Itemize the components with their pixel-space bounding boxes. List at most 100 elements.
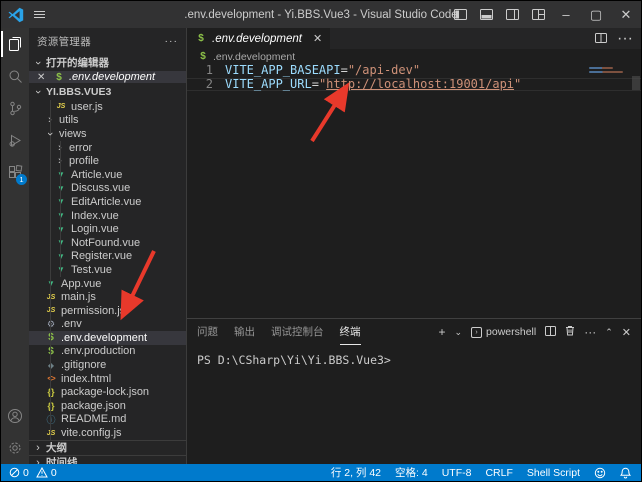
indentation-setting[interactable]: 空格: 4 — [395, 465, 428, 480]
open-editor-item[interactable]: ✕ $ .env.development — [29, 71, 186, 83]
close-window-button[interactable]: ✕ — [611, 1, 641, 28]
tab-output[interactable]: 输出 — [234, 319, 255, 345]
tree-item-.env.development[interactable]: $.env.development — [29, 331, 186, 345]
explorer-sidebar: 资源管理器 ··· › 打开的编辑器 ✕ $ .env.development … — [29, 28, 187, 464]
tree-item-user.js[interactable]: JSuser.js — [29, 100, 186, 114]
tree-item-label: error — [69, 142, 92, 154]
toggle-secondary-sidebar-icon[interactable] — [499, 1, 525, 28]
outline-section[interactable]: › 大纲 — [29, 440, 186, 455]
terminal-dropdown-icon[interactable]: ⌄ — [454, 327, 462, 338]
tab-terminal[interactable]: 终端 — [340, 319, 361, 345]
tab-debug-console[interactable]: 调试控制台 — [271, 319, 324, 345]
vue-file-icon: ▼ — [55, 170, 67, 179]
tree-item-label: main.js — [61, 291, 96, 303]
tree-item-Test.vue[interactable]: ▼Test.vue — [29, 263, 186, 277]
language-mode[interactable]: Shell Script — [527, 467, 580, 479]
encoding-setting[interactable]: UTF-8 — [442, 467, 472, 479]
split-terminal-icon[interactable] — [545, 325, 556, 339]
terminal-instance[interactable]: › powershell — [471, 326, 536, 338]
panel-more-actions-icon[interactable]: ··· — [584, 325, 596, 339]
cursor-position[interactable]: 行 2, 列 42 — [331, 465, 381, 480]
tree-item-profile[interactable]: ›profile — [29, 154, 186, 168]
tree-item-README.md[interactable]: ⓘREADME.md — [29, 413, 186, 427]
tree-item-App.vue[interactable]: ▼App.vue — [29, 277, 186, 291]
tree-item-.gitignore[interactable]: ◆.gitignore — [29, 358, 186, 372]
new-terminal-icon[interactable]: + — [438, 325, 445, 339]
bottom-panel: 问题 输出 调试控制台 终端 + ⌄ › powershell — [187, 318, 641, 464]
tree-item-label: profile — [69, 155, 99, 167]
tree-item-.env.production[interactable]: $.env.production — [29, 345, 186, 359]
notifications-bell-icon[interactable] — [620, 467, 631, 479]
tab-problems[interactable]: 问题 — [197, 319, 218, 345]
run-debug-icon[interactable] — [1, 124, 29, 156]
close-panel-icon[interactable]: ✕ — [622, 326, 631, 339]
explorer-icon[interactable] — [1, 28, 29, 60]
close-icon[interactable]: ✕ — [37, 72, 49, 83]
tab-env-development[interactable]: $ .env.development ✕ — [187, 28, 330, 49]
editor-scrollbar[interactable] — [632, 76, 640, 90]
toggle-sidebar-icon[interactable] — [447, 1, 473, 28]
split-editor-icon[interactable] — [595, 30, 607, 48]
tree-item-Discuss.vue[interactable]: ▼Discuss.vue — [29, 182, 186, 196]
tree-item-vite.config.js[interactable]: JSvite.config.js — [29, 426, 186, 440]
terminal-icon: › — [471, 327, 482, 338]
line-number: 1 — [187, 64, 213, 78]
code-line-1: 1 VITE_APP_BASEAPI="/api-dev" — [187, 64, 641, 78]
menu-hamburger-icon[interactable] — [30, 1, 54, 28]
tree-item-NotFound.vue[interactable]: ▼NotFound.vue — [29, 236, 186, 250]
open-editors-section[interactable]: › 打开的编辑器 — [29, 54, 186, 71]
js-file-icon: JS — [55, 103, 67, 110]
errors-warnings-indicator[interactable]: 0 0 — [9, 467, 57, 479]
editor-group: $ .env.development ✕ ··· $ .env.developm… — [187, 28, 641, 464]
project-section[interactable]: › YI.BBS.VUE3 — [29, 83, 186, 100]
tree-item-index.html[interactable]: <> index.html — [29, 372, 186, 386]
toggle-panel-icon[interactable] — [473, 1, 499, 28]
file-tree: JSuser.js›utils›views›error›profile ▼ Arti… — [29, 100, 186, 440]
js-file-icon: JS — [45, 294, 57, 301]
tree-item-utils[interactable]: ›utils — [29, 114, 186, 128]
tree-item-.env[interactable]: ⚙.env — [29, 318, 186, 332]
tree-item-label: Article.vue — [71, 169, 122, 181]
tree-item-label: Test.vue — [71, 264, 112, 276]
tree-item-package-lock.json[interactable]: {}package-lock.json — [29, 385, 186, 399]
tree-item-EditArticle.vue[interactable]: ▼ EditArticle.vue — [29, 195, 186, 209]
breadcrumb[interactable]: $ .env.development — [187, 49, 641, 64]
editor-more-actions-icon[interactable]: ··· — [617, 30, 633, 48]
tree-item-Login.vue[interactable]: ▼Login.vue — [29, 222, 186, 236]
shellscript-icon: $ — [53, 72, 65, 83]
activity-bar: 1 — [1, 28, 29, 464]
tree-item-Article.vue[interactable]: ▼ Article.vue — [29, 168, 186, 182]
source-control-icon[interactable] — [1, 92, 29, 124]
close-tab-icon[interactable]: ✕ — [313, 32, 322, 45]
maximize-button[interactable]: ▢ — [581, 1, 611, 28]
tree-item-error[interactable]: ›error — [29, 141, 186, 155]
git-file-icon: ◆ — [45, 361, 57, 370]
customize-layout-icon[interactable] — [525, 1, 551, 28]
feedback-smiley-icon[interactable] — [594, 467, 606, 479]
tree-item-permission.js[interactable]: JSpermission.js — [29, 304, 186, 318]
html-file-icon: <> — [45, 374, 57, 383]
tree-item-Index.vue[interactable]: ▼Index.vue — [29, 209, 186, 223]
tree-item-views[interactable]: ›views — [29, 127, 186, 141]
minimize-button[interactable]: – — [551, 1, 581, 28]
js-file-icon: JS — [45, 430, 57, 437]
explorer-more-actions-icon[interactable]: ··· — [165, 35, 179, 47]
url-link[interactable]: http://localhost:19001/api — [326, 77, 514, 91]
tree-item-Register.vue[interactable]: ▼Register.vue — [29, 250, 186, 264]
vue-file-icon: ▼ — [55, 197, 67, 206]
maximize-panel-icon[interactable]: ⌃ — [605, 327, 613, 338]
tree-item-package.json[interactable]: {}package.json — [29, 399, 186, 413]
kill-terminal-icon[interactable] — [565, 325, 575, 339]
account-icon[interactable] — [1, 400, 29, 432]
extensions-icon[interactable]: 1 — [1, 156, 29, 188]
tree-item-label: EditArticle.vue — [71, 196, 141, 208]
settings-gear-icon[interactable] — [1, 432, 29, 464]
search-icon[interactable] — [1, 60, 29, 92]
terminal-output[interactable]: PS D:\CSharp\Yi\Yi.BBS.Vue3> — [187, 345, 641, 464]
tree-item-label: index.html — [61, 373, 111, 385]
code-editor[interactable]: 1 VITE_APP_BASEAPI="/api-dev" 2 VITE_APP… — [187, 64, 641, 318]
minimap[interactable] — [589, 67, 625, 75]
tree-item-main.js[interactable]: JS main.js — [29, 290, 186, 304]
eol-setting[interactable]: CRLF — [485, 467, 512, 479]
tree-item-label: Index.vue — [71, 210, 119, 222]
